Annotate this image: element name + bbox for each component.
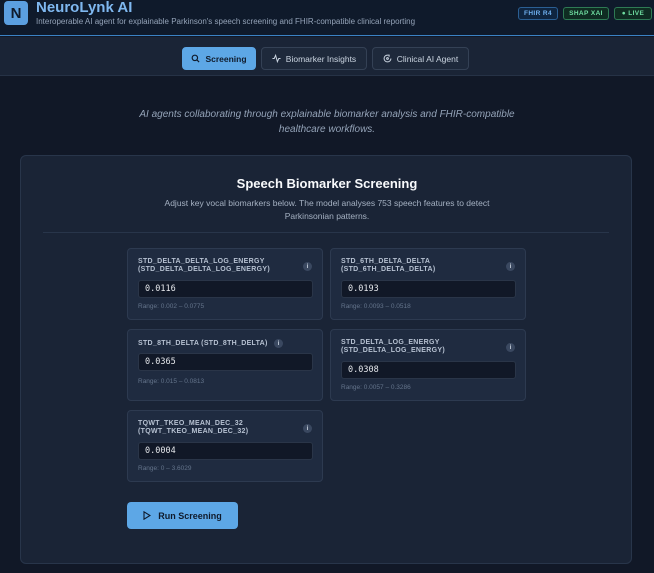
screening-card: Speech Biomarker Screening Adjust key vo… <box>20 155 632 564</box>
field-range: Range: 0.0093 – 0.0518 <box>341 303 411 310</box>
app-header: N NeuroLynk AI Interoperable AI agent fo… <box>0 0 654 36</box>
info-icon[interactable]: i <box>303 424 312 433</box>
tab-biomarker-insights[interactable]: Biomarker Insights <box>261 47 367 70</box>
divider <box>43 232 609 233</box>
run-screening-button[interactable]: Run Screening <box>127 502 238 529</box>
play-icon <box>143 511 152 520</box>
biomarker-field: STD_DELTA_LOG_ENERGY (STD_DELTA_LOG_ENER… <box>330 329 526 401</box>
app-title: NeuroLynk AI <box>36 0 133 16</box>
screening-description: Adjust key vocal biomarkers below. The m… <box>164 198 490 221</box>
activity-icon <box>272 54 281 63</box>
biomarker-input[interactable] <box>341 361 516 379</box>
tab-agent-label: Clinical AI Agent <box>396 53 459 64</box>
biomarker-field: STD_6TH_DELTA_DELTA (STD_6TH_DELTA_DELTA… <box>330 248 526 320</box>
live-status-badge: ● LIVE <box>614 7 652 20</box>
field-range: Range: 0.0057 – 0.3286 <box>341 384 411 391</box>
tab-screening[interactable]: Screening <box>182 47 256 70</box>
biomarker-field: TQWT_TKEO_MEAN_DEC_32 (TQWT_TKEO_MEAN_DE… <box>127 410 323 482</box>
agent-icon <box>383 54 392 63</box>
field-label: STD_DELTA_DELTA_LOG_ENERGY (STD_DELTA_DE… <box>138 258 270 273</box>
tagline: AI agents collaborating through explaina… <box>139 109 515 135</box>
field-range: Range: 0.015 – 0.0813 <box>138 378 205 385</box>
info-icon[interactable]: i <box>303 262 312 271</box>
field-label: STD_6TH_DELTA_DELTA (STD_6TH_DELTA_DELTA… <box>341 258 436 273</box>
tab-screening-label: Screening <box>205 53 247 64</box>
tab-biomarker-label: Biomarker Insights <box>285 53 357 64</box>
app-logo: N <box>4 1 28 25</box>
biomarker-field: STD_8TH_DELTA (STD_8TH_DELTA) i Range: 0… <box>127 329 323 401</box>
run-screening-label: Run Screening <box>158 510 222 521</box>
shap-badge: SHAP XAI <box>563 7 609 20</box>
field-label: TQWT_TKEO_MEAN_DEC_32 (TQWT_TKEO_MEAN_DE… <box>138 420 249 435</box>
screening-title: Speech Biomarker Screening <box>236 176 418 191</box>
search-icon <box>192 54 200 63</box>
info-icon[interactable]: i <box>506 262 515 271</box>
app-subtitle: Interoperable AI agent for explainable P… <box>36 17 416 26</box>
fhir-badge: FHIR R4 <box>518 7 558 20</box>
info-icon[interactable]: i <box>506 343 515 352</box>
field-label: STD_DELTA_LOG_ENERGY (STD_DELTA_LOG_ENER… <box>341 339 445 354</box>
tab-clinical-ai-agent[interactable]: Clinical AI Agent <box>372 47 469 70</box>
biomarker-input[interactable] <box>138 280 313 298</box>
field-range: Range: 0 – 3.6029 <box>138 465 192 472</box>
biomarker-field: STD_DELTA_DELTA_LOG_ENERGY (STD_DELTA_DE… <box>127 248 323 320</box>
biomarker-input[interactable] <box>138 442 313 460</box>
biomarker-input[interactable] <box>138 353 313 371</box>
nav-bar: Screening Biomarker Insights Clinical AI… <box>0 37 654 76</box>
info-icon[interactable]: i <box>274 339 283 348</box>
field-range: Range: 0.002 – 0.0775 <box>138 303 205 310</box>
biomarker-input[interactable] <box>341 280 516 298</box>
